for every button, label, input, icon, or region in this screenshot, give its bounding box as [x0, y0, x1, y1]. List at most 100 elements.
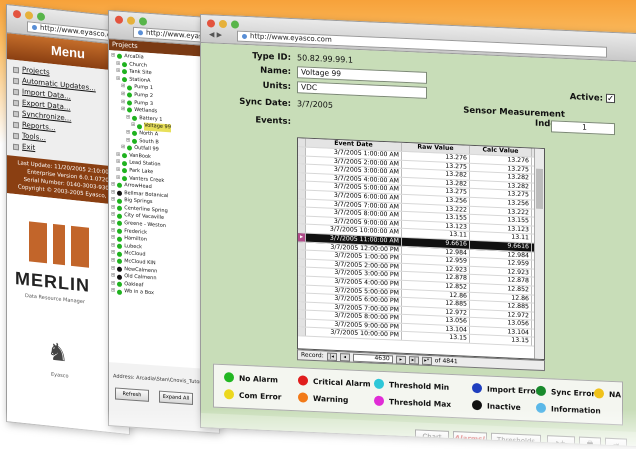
expand-icon[interactable]: ⊞ [121, 106, 125, 114]
row-selector[interactable] [298, 301, 306, 310]
zoom-icon[interactable] [37, 12, 45, 22]
expand-icon[interactable]: ⊞ [131, 122, 135, 130]
row-selector[interactable] [298, 276, 306, 285]
legend-label: Sync Error [551, 386, 596, 398]
close-icon[interactable] [207, 19, 215, 28]
zoom-icon[interactable] [139, 17, 147, 26]
next-record-icon[interactable]: ▸ [395, 355, 406, 364]
legend-label: Information [551, 403, 601, 415]
print-icon[interactable]: 🖶 [579, 436, 601, 448]
thresholds-button[interactable]: Thresholds [491, 432, 541, 448]
row-selector[interactable] [298, 241, 306, 250]
row-selector[interactable] [298, 327, 306, 336]
minimize-icon[interactable] [219, 19, 227, 29]
row-selector[interactable] [298, 198, 306, 207]
row-selector[interactable] [298, 258, 306, 267]
grid-scrollbar[interactable] [534, 148, 544, 360]
row-selector[interactable] [298, 155, 306, 164]
row-selector[interactable] [298, 319, 306, 328]
refresh-button[interactable]: Refresh [115, 387, 149, 402]
prev-record-icon[interactable]: ◂ [339, 352, 350, 362]
chart-button[interactable]: Chart [415, 429, 449, 445]
menu-item-icon [13, 77, 19, 84]
status-dot-icon [117, 281, 123, 288]
legend-dot-icon [298, 375, 308, 386]
expand-icon[interactable]: ⊞ [121, 144, 125, 152]
row-selector[interactable] [298, 284, 306, 293]
status-dot-icon [117, 266, 123, 272]
legend-item: Sync Error [536, 385, 596, 399]
legend-label: Import Error [487, 384, 540, 396]
zoom-icon[interactable] [231, 20, 239, 29]
first-record-icon[interactable]: |◂ [326, 352, 337, 361]
legend-item: NA [594, 388, 621, 399]
exit-icon[interactable]: ⇥ [605, 437, 627, 448]
expand-icon[interactable]: ⊞ [111, 52, 115, 60]
status-dot-icon [117, 190, 123, 196]
units-field[interactable]: VDC [297, 81, 427, 99]
legend-item: Critical Alarm [298, 375, 371, 388]
row-selector[interactable] [298, 181, 306, 190]
status-dot-icon [132, 115, 138, 122]
record-total: of 4841 [434, 357, 458, 366]
legend-label: Threshold Min [389, 379, 450, 392]
row-selector[interactable] [298, 216, 306, 224]
legend-dot-icon [374, 395, 384, 407]
status-dot-icon [117, 274, 123, 280]
address-path: Address: Arcadia\Stan\Cnovis_Tutor [113, 373, 202, 386]
legend-dot-icon [536, 402, 546, 414]
status-dot-icon [117, 236, 123, 242]
status-dot-icon [117, 258, 123, 265]
row-selector[interactable] [298, 310, 306, 319]
status-dot-icon [132, 138, 138, 144]
expand-icon[interactable]: ⊞ [111, 288, 115, 296]
record-number-field[interactable]: 4630 [352, 353, 393, 363]
status-dot-icon [117, 198, 123, 204]
row-selector[interactable] [298, 250, 306, 259]
expand-icon[interactable]: ⊞ [116, 75, 120, 83]
expand-icon[interactable]: ⊞ [116, 174, 120, 182]
back-forward-icon[interactable]: ◀ ▶ [209, 30, 222, 39]
active-checkbox[interactable]: ✓ [606, 93, 615, 104]
close-icon[interactable] [13, 9, 21, 19]
row-selector[interactable] [298, 173, 306, 182]
row-selector[interactable] [298, 207, 306, 216]
calc-value-cell[interactable]: 13.15 [470, 335, 532, 346]
active-label: Active: [569, 92, 603, 104]
units-label: Units: [262, 80, 291, 92]
row-selector[interactable] [298, 293, 306, 302]
raw-value-cell[interactable]: 13.15 [402, 332, 470, 343]
close-icon[interactable] [115, 15, 123, 25]
legend-dot-icon [224, 372, 234, 383]
expand-all-button[interactable]: Expand All [159, 390, 193, 405]
smi-field[interactable]: 1 [551, 120, 615, 136]
status-dot-icon [117, 243, 123, 250]
menu-item-icon [13, 132, 19, 139]
row-selector[interactable] [298, 164, 306, 173]
row-selector[interactable] [298, 224, 306, 233]
menu-item-icon [13, 121, 19, 128]
row-selector[interactable] [298, 190, 306, 199]
expand-icon[interactable]: ⊞ [126, 137, 130, 145]
row-selector[interactable] [298, 267, 306, 276]
expand-icon[interactable]: ⊞ [126, 114, 130, 122]
row-selector[interactable]: ▸ [298, 233, 306, 242]
row-selector[interactable] [298, 147, 306, 156]
legend-label: Com Error [239, 390, 282, 402]
falcon-icon: ♞ [47, 337, 69, 368]
status-dot-icon [137, 123, 143, 130]
last-record-icon[interactable]: ▸| [408, 355, 419, 365]
legend-dot-icon [536, 385, 546, 397]
minimize-icon[interactable] [127, 16, 135, 25]
new-record-icon[interactable]: ▸* [421, 356, 432, 365]
next-icon[interactable]: ▸+ [547, 435, 575, 448]
status-dot-icon [122, 168, 128, 174]
sync-date-label: Sync Date: [239, 96, 291, 109]
minimize-icon[interactable] [25, 10, 33, 20]
legend-dot-icon [298, 392, 308, 403]
events-grid[interactable]: Event Date Raw Value Calc Value 3/7/2005… [297, 137, 545, 361]
status-dot-icon [117, 221, 123, 227]
status-dot-icon [127, 107, 133, 114]
alarms-button[interactable]: Alarms! [453, 431, 487, 447]
status-dot-icon [132, 130, 138, 137]
